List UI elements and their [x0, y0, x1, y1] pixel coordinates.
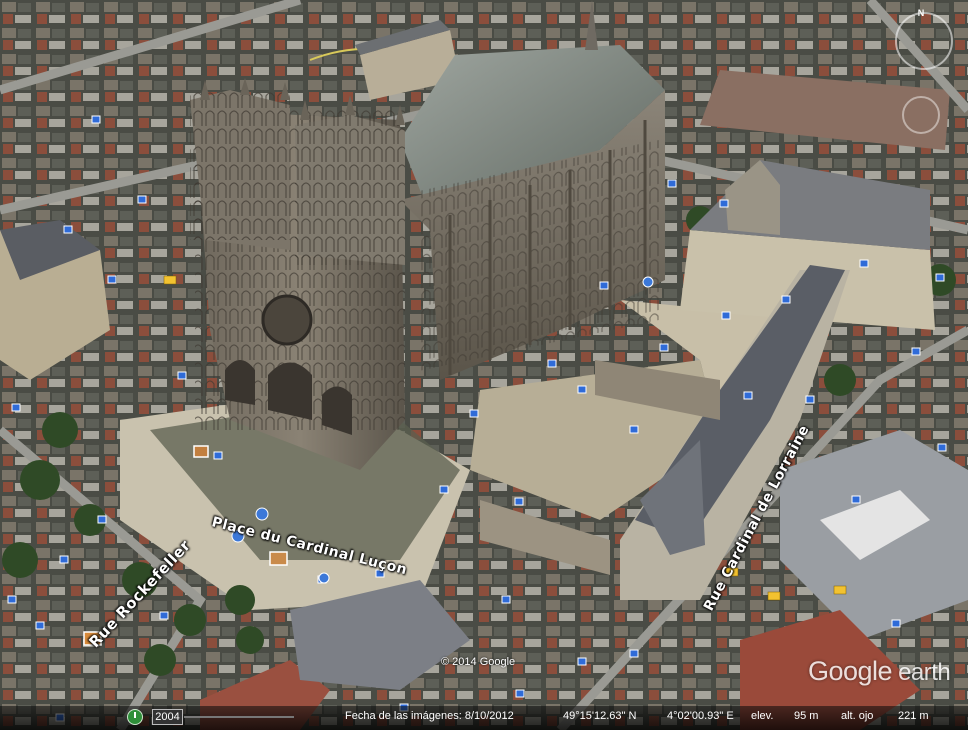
compass-north-label: N: [917, 8, 925, 18]
elevation-label: elev.: [751, 710, 774, 722]
logo-product: earth: [898, 659, 951, 686]
pan-control[interactable]: [902, 96, 940, 134]
elevation-value: 95 m: [794, 710, 819, 722]
historical-imagery-slider[interactable]: [184, 716, 294, 718]
google-earth-logo: Google earth: [808, 656, 951, 687]
longitude-readout: 4°02'00.93" E: [667, 710, 734, 722]
imagery-date: Fecha de las imágenes: 8/10/2012: [345, 710, 514, 722]
logo-brand: Google: [808, 656, 893, 686]
compass-ring-control[interactable]: [895, 12, 953, 70]
eye-altitude-value: 221 m: [898, 710, 929, 722]
latitude-readout: 49°15'12.63" N: [563, 710, 637, 722]
eye-altitude-label: alt. ojo: [841, 710, 874, 722]
satellite-3d-view: [0, 0, 968, 730]
copyright-notice: © 2014 Google: [441, 656, 516, 668]
historical-imagery-clock-icon[interactable]: [127, 709, 143, 725]
map-viewport[interactable]: N Rue Rockefeller Place du Cardinal Luço…: [0, 0, 968, 730]
historical-year-box[interactable]: 2004: [152, 709, 183, 725]
